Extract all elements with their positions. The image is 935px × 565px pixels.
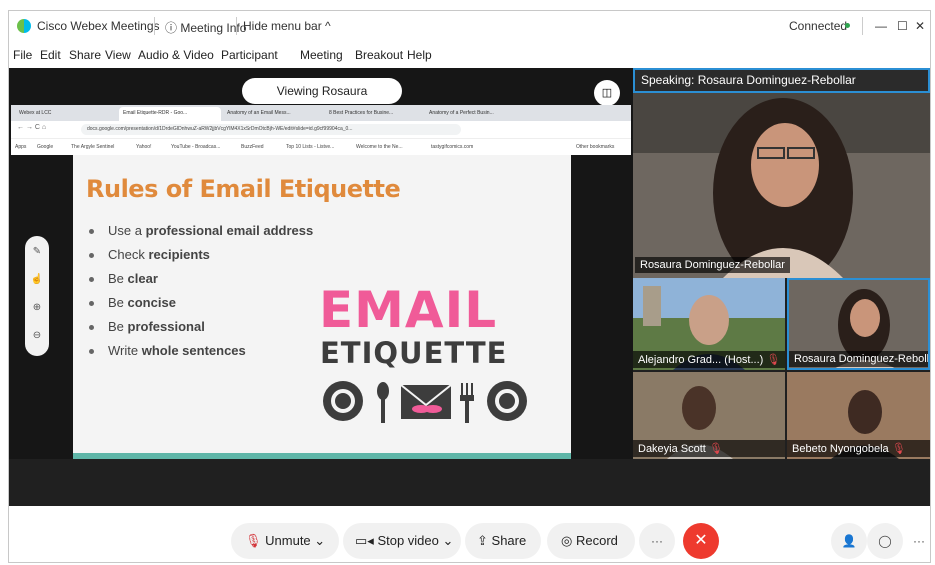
participant-name: Bebeto Nyongobela 🎙︎ <box>787 440 930 457</box>
record-icon: ◎ <box>561 533 573 548</box>
slide-bullet: Use a professional email address <box>89 223 313 238</box>
browser-tab: Anatomy of a Perfect Busin... <box>429 110 494 116</box>
browser-address-bar: ← → C ⌂ docs.google.com/presentation/d/1… <box>11 121 631 138</box>
active-speaker-video[interactable]: Rosaura Dominguez-Rebollar <box>633 93 930 278</box>
title-bar: Cisco Webex Meetings ⓘ Meeting Info Hide… <box>9 11 930 41</box>
browser-tabs: Webex at LCC Email Etiquette-RDR - Goo..… <box>11 105 631 121</box>
stop-video-button[interactable]: ▭◂ Stop video ⌄ <box>343 523 461 559</box>
meeting-area: Viewing Rosaura Dominguez... ◫ Webex at … <box>9 68 930 506</box>
slide-bullet: Be professional <box>89 319 205 334</box>
meeting-controls: 🎙︎ Unmute ⌄ ▭◂ Stop video ⌄ ⇪ Share ◎ Re… <box>9 506 930 562</box>
pen-icon[interactable]: ✎ <box>25 246 49 257</box>
participant-name: Alejandro Grad... (Host...) 🎙︎ <box>633 351 785 368</box>
zoom-out-icon[interactable]: ⊖ <box>25 330 49 341</box>
minimize-button[interactable]: — <box>875 19 887 33</box>
chat-panel-icon[interactable]: ◯ <box>867 523 903 559</box>
participant-tile[interactable]: Rosaura Dominguez-Rebollar <box>787 278 930 370</box>
slide-title: Rules of Email Etiquette <box>86 175 401 203</box>
menu-help[interactable]: Help <box>407 48 432 62</box>
speaker-name-tag: Rosaura Dominguez-Rebollar <box>635 257 790 273</box>
annotation-toolbar: ✎ ☝ ⊕ ⊖ <box>25 236 49 356</box>
bookmark: Welcome to the Ne... <box>356 144 403 150</box>
etiquette-graphic-word: ETIQUETTE <box>320 336 508 370</box>
video-camera-icon: ▭◂ <box>355 533 374 548</box>
menu-audio-video[interactable]: Audio & Video <box>138 48 214 62</box>
table-setting-graphic <box>323 381 527 423</box>
browser-tab: 8 Best Practices for Busine... <box>329 110 394 116</box>
connection-status: Connected <box>789 19 848 33</box>
meeting-info-button[interactable]: ⓘ Meeting Info <box>165 19 246 36</box>
active-speaker-label: Speaking: Rosaura Dominguez-Rebollar <box>633 68 930 93</box>
email-graphic-word: EMAIL <box>319 281 498 339</box>
bookmark: The Argyle Sentinel <box>71 144 115 150</box>
menu-meeting[interactable]: Meeting <box>300 48 343 62</box>
hide-menu-bar-button[interactable]: Hide menu bar ^ <box>243 19 331 33</box>
participant-tile[interactable]: Dakeyia Scott 🎙︎ <box>633 372 785 459</box>
shared-browser-window: Webex at LCC Email Etiquette-RDR - Goo..… <box>11 105 631 155</box>
viewing-badge[interactable]: Viewing Rosaura Dominguez... <box>242 78 402 124</box>
zoom-in-icon[interactable]: ⊕ <box>25 302 49 313</box>
view-layout-icon[interactable]: ◫ <box>594 80 620 106</box>
slide-footer-bar <box>73 453 571 459</box>
bookmark: Other bookmarks <box>576 144 615 150</box>
browser-tab-active: Email Etiquette-RDR - Goo... <box>119 107 221 121</box>
share-button[interactable]: ⇪ Share <box>465 523 541 559</box>
menu-file[interactable]: File <box>13 48 32 62</box>
record-label: Record <box>575 533 618 548</box>
bookmark: Google <box>37 144 54 150</box>
slide-bullet: Be concise <box>89 295 176 310</box>
bookmark: BuzzFeed <box>241 144 264 150</box>
speaker-video-frame <box>633 93 930 278</box>
participants-panel-icon[interactable]: 👤 <box>831 523 867 559</box>
app-title: Cisco Webex Meetings <box>37 19 160 33</box>
bookmark: tastygifcomics.com <box>431 144 474 150</box>
browser-url: docs.google.com/presentation/d/1DrdeGIDn… <box>81 124 461 135</box>
browser-tab: Anatomy of an Email Mess... <box>227 110 291 116</box>
participant-name: Rosaura Dominguez-Rebollar <box>789 351 928 367</box>
unmute-button[interactable]: 🎙︎ Unmute ⌄ <box>231 523 339 559</box>
record-button[interactable]: ◎ Record <box>547 523 635 559</box>
menu-participant[interactable]: Participant <box>221 48 278 62</box>
presentation-slide: Rules of Email Etiquette Use a professio… <box>73 155 571 459</box>
participant-name: Dakeyia Scott 🎙︎ <box>633 440 785 457</box>
slide-bullet: Write whole sentences <box>89 343 246 358</box>
more-options-button[interactable]: ··· <box>639 523 675 559</box>
maximize-button[interactable]: ☐ <box>897 19 908 33</box>
unmute-label: Unmute <box>265 533 311 548</box>
bookmark: Yahoo! <box>136 144 152 150</box>
shared-content: Viewing Rosaura Dominguez... ◫ Webex at … <box>9 68 633 459</box>
browser-tab: Webex at LCC <box>19 110 52 116</box>
slide-bullet: Be clear <box>89 271 158 286</box>
bookmark: YouTube - Broadcas... <box>171 144 221 150</box>
connected-dot-icon <box>845 23 850 28</box>
participant-tile[interactable]: Bebeto Nyongobela 🎙︎ <box>787 372 930 459</box>
menu-breakout[interactable]: Breakout <box>355 48 403 62</box>
bookmark: Apps <box>15 144 27 150</box>
slide-bullet: Check recipients <box>89 247 210 262</box>
muted-mic-icon: 🎙︎ <box>245 533 262 548</box>
bookmark: Top 10 Lists - Listve... <box>286 144 335 150</box>
bookmarks-bar: Apps Google The Argyle Sentinel Yahoo! Y… <box>11 138 631 155</box>
menu-view[interactable]: View <box>105 48 131 62</box>
webex-logo-icon <box>17 19 31 33</box>
menu-share[interactable]: Share <box>69 48 101 62</box>
share-icon: ⇪ <box>477 533 488 548</box>
more-panels-button[interactable]: ··· <box>901 523 930 559</box>
participant-tile[interactable]: Alejandro Grad... (Host...) 🎙︎ <box>633 278 785 370</box>
stop-video-label: Stop video <box>377 533 439 548</box>
share-label: Share <box>491 533 527 548</box>
browser-nav-icon: ← → C ⌂ <box>17 124 47 131</box>
end-meeting-button[interactable]: ✕ <box>683 523 719 559</box>
pointer-icon[interactable]: ☝ <box>25 274 49 285</box>
close-button[interactable]: ✕ <box>915 19 925 33</box>
webex-window: Cisco Webex Meetings ⓘ Meeting Info Hide… <box>8 10 931 563</box>
menu-edit[interactable]: Edit <box>40 48 61 62</box>
